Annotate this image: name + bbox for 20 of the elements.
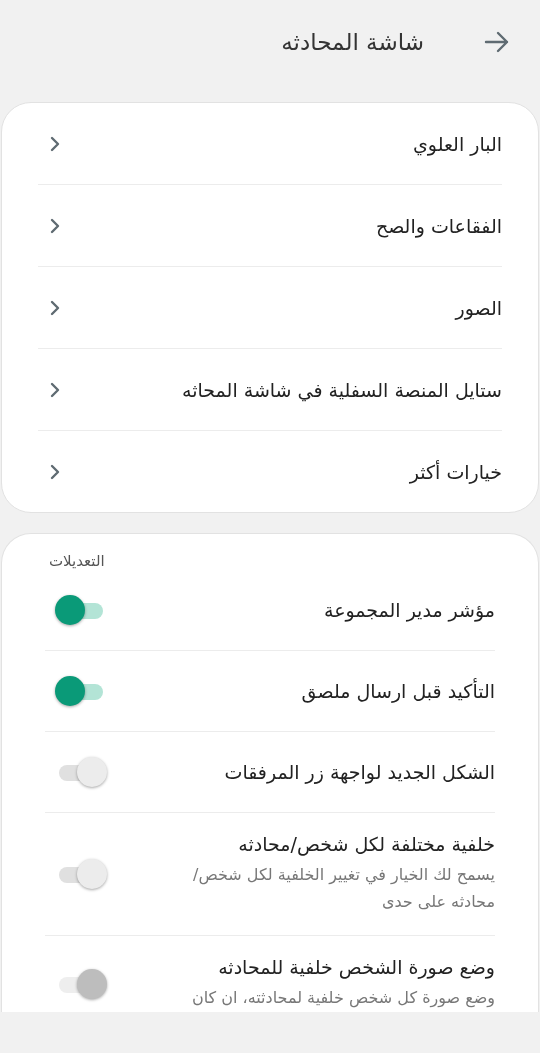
- setting-label: الشكل الجديد لواجهة زر المرفقات: [224, 761, 495, 783]
- section-title: التعديلات: [49, 552, 105, 570]
- setting-label: التأكيد قبل ارسال ملصق: [301, 680, 495, 702]
- back-arrow-icon[interactable]: [484, 31, 510, 53]
- chevron-icon: [50, 299, 60, 316]
- chevron-icon: [50, 135, 60, 152]
- setting-description: يسمح لك الخيار في تغيير الخلفية لكل شخص/ محادثه على حدى: [192, 864, 495, 914]
- screen-title: شاشة المحادثه: [281, 29, 424, 55]
- menu-item[interactable]: ستايل المنصة السفلية في شاشة المحاثه: [38, 349, 502, 431]
- menu-item[interactable]: الفقاعات والصح: [38, 185, 502, 267]
- chevron-icon: [50, 381, 60, 398]
- setting-description: وضع صورة كل شخص خلفية لمحادثته، ان كان: [191, 987, 495, 1010]
- chevron-icon: [50, 463, 60, 480]
- setting-label: خلفية مختلفة لكل شخص/محادثه: [237, 833, 495, 855]
- menu-item[interactable]: خيارات أكثر: [38, 431, 502, 512]
- chevron-icon: [50, 217, 60, 234]
- menu-item[interactable]: الصور: [38, 267, 502, 349]
- setting-label: مؤشر مدير المجموعة: [323, 599, 495, 621]
- setting-label: وضع صورة الشخص خلفية للمحادثه: [217, 956, 495, 979]
- menu-item[interactable]: البار العلوي: [38, 103, 502, 185]
